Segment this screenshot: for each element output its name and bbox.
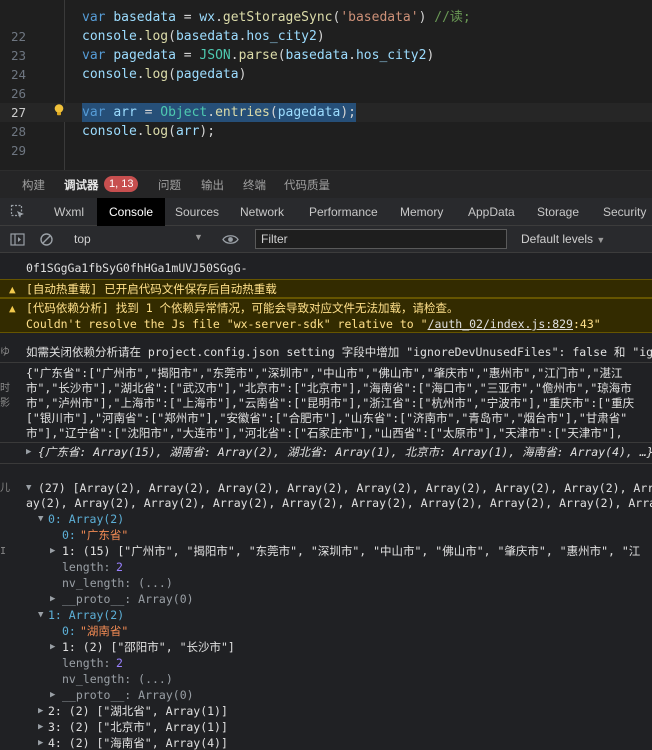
tab-performance[interactable]: Performance bbox=[309, 198, 378, 226]
code-line[interactable]: 22 console.log(basedata.hos_city2) bbox=[0, 27, 652, 46]
eye-icon[interactable] bbox=[222, 232, 239, 247]
tab-security[interactable]: Security bbox=[603, 198, 646, 226]
divider bbox=[0, 463, 652, 464]
code-editor[interactable]: var basedata = wx.getStorageSync('baseda… bbox=[0, 0, 652, 170]
line-number: 26 bbox=[10, 86, 26, 101]
code-line[interactable]: 26 bbox=[0, 84, 652, 103]
context-selector[interactable]: top bbox=[74, 232, 91, 246]
warning-icon: ▲ bbox=[9, 302, 16, 315]
tab-build[interactable]: 构建 bbox=[22, 177, 45, 193]
tab-console[interactable]: Console bbox=[97, 198, 166, 226]
inspect-element-icon[interactable] bbox=[10, 204, 26, 220]
warning-block: ▲ [代码依赖分析] 找到 1 个依赖异常情况，可能会导致对应文件无法加载，请检… bbox=[0, 298, 652, 333]
log-levels-dropdown[interactable]: Default levels ▼ bbox=[521, 232, 605, 246]
tab-sources[interactable]: Sources bbox=[175, 198, 219, 226]
code-text: console.log(arr); bbox=[82, 124, 216, 139]
divider bbox=[0, 362, 652, 363]
sidebar-toggle-icon[interactable] bbox=[10, 232, 25, 247]
code-line[interactable]: 27 var arr = Object.entries(pagedata); bbox=[0, 103, 652, 122]
tab-wxml[interactable]: Wxml bbox=[54, 198, 84, 226]
tab-storage[interactable]: Storage bbox=[537, 198, 579, 226]
code-text: var pagedata = JSON.parse(basedata.hos_c… bbox=[82, 48, 435, 63]
code-text: var basedata = wx.getStorageSync('baseda… bbox=[82, 10, 471, 25]
tab-memory[interactable]: Memory bbox=[400, 198, 443, 226]
source-link[interactable]: /auth_02/index.js:829 bbox=[428, 317, 573, 331]
log-levels-label: Default levels bbox=[521, 232, 594, 246]
tab-output[interactable]: 输出 bbox=[201, 177, 224, 193]
chevron-down-icon: ▼ bbox=[596, 235, 606, 245]
tab-appdata[interactable]: AppData bbox=[468, 198, 515, 226]
console-toolbar: top ▼ Filter Default levels ▼ bbox=[0, 226, 652, 253]
code-text: console.log(pagedata) bbox=[82, 67, 247, 82]
line-number: 22 bbox=[10, 29, 26, 44]
code-line[interactable]: var basedata = wx.getStorageSync('baseda… bbox=[0, 8, 652, 27]
tab-debugger[interactable]: 调试器 bbox=[64, 177, 99, 193]
code-line[interactable]: 24 console.log(pagedata) bbox=[0, 65, 652, 84]
devtools-tabs: Wxml Console Sources Network Performance… bbox=[0, 198, 652, 226]
line-number: 23 bbox=[10, 48, 26, 63]
line-number: 27 bbox=[10, 105, 26, 120]
lightbulb-icon[interactable] bbox=[52, 103, 66, 117]
filter-input[interactable]: Filter bbox=[255, 229, 507, 249]
tab-code-quality[interactable]: 代码质量 bbox=[284, 177, 330, 193]
console-output[interactable]: 0f1SGgGa1fbSyG0fhHGa1mUVJ50SGgG- ▲ [自动热重… bbox=[0, 253, 652, 750]
error-count-badge: 1, 13 bbox=[104, 176, 139, 192]
line-number: 28 bbox=[10, 124, 26, 139]
code-line[interactable]: 29 bbox=[0, 141, 652, 160]
line-number: 24 bbox=[10, 67, 26, 82]
tab-network[interactable]: Network bbox=[240, 198, 284, 226]
code-line[interactable]: 23 var pagedata = JSON.parse(basedata.hos… bbox=[0, 46, 652, 65]
divider bbox=[0, 442, 652, 443]
tab-problems[interactable]: 问题 bbox=[158, 177, 181, 193]
code-text: console.log(basedata.hos_city2) bbox=[82, 29, 325, 44]
clear-console-icon[interactable] bbox=[39, 232, 54, 247]
code-text: var arr = Object.entries(pagedata); bbox=[82, 103, 356, 122]
chevron-down-icon: ▼ bbox=[194, 232, 203, 242]
warning-icon: ▲ bbox=[9, 283, 16, 296]
line-number: 29 bbox=[10, 143, 26, 158]
tab-terminal[interactable]: 终端 bbox=[243, 177, 266, 193]
warning-line: ▲ [自动热重载] 已开启代码文件保存后自动热重载 bbox=[0, 279, 652, 298]
code-line[interactable]: 28 console.log(arr); bbox=[0, 122, 652, 141]
panel-tabs: 构建 调试器 1, 13 问题 输出 终端 代码质量 bbox=[0, 170, 652, 198]
